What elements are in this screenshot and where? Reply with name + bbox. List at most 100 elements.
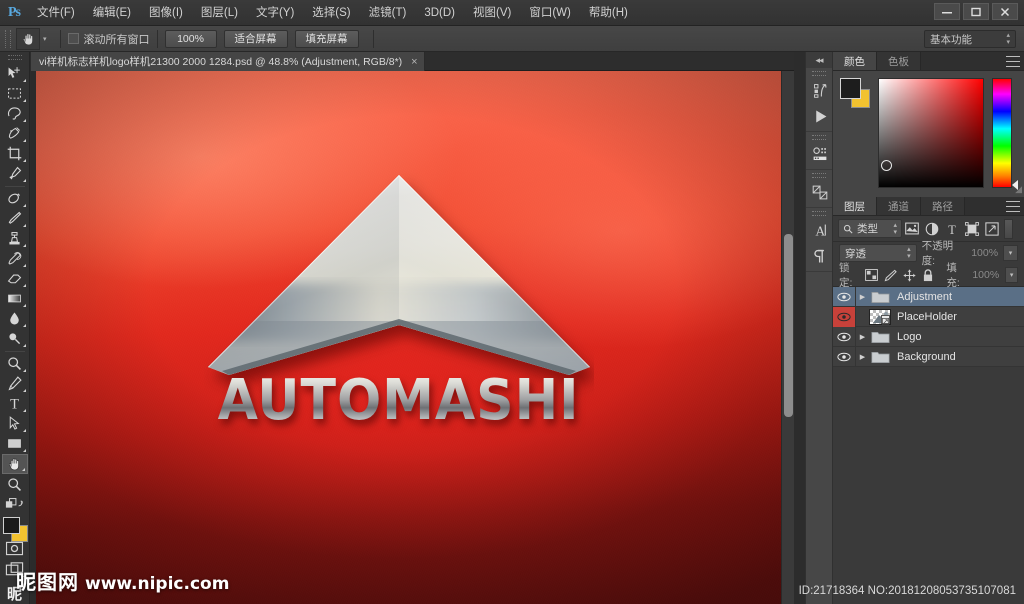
layer-visibility-toggle[interactable] <box>833 306 856 327</box>
color-marker[interactable] <box>881 160 892 171</box>
layer-name[interactable]: Adjustment <box>897 291 952 303</box>
checkbox-box[interactable] <box>67 33 79 44</box>
table-row[interactable]: ▶ Background <box>833 346 1024 367</box>
clone-stamp-tool[interactable] <box>2 229 28 249</box>
menu-file[interactable]: 文件(F) <box>28 0 84 26</box>
dock-grip[interactable] <box>812 71 826 76</box>
collapse-panels-icon[interactable]: ◂◂ <box>806 52 832 68</box>
panel-resize-handle[interactable]: ◢ <box>1015 184 1022 195</box>
lock-position-icon[interactable] <box>903 268 916 283</box>
color-panel-swatches[interactable] <box>840 78 870 108</box>
move-tool[interactable] <box>2 63 28 83</box>
brush-tool[interactable] <box>2 209 28 229</box>
hue-strip[interactable] <box>992 78 1018 190</box>
eyedropper-tool[interactable] <box>2 164 28 184</box>
workspace-selector[interactable]: 基本功能 ▴ ▾ <box>924 30 1016 48</box>
maximize-button[interactable] <box>963 3 989 20</box>
filter-enable-toggle[interactable] <box>1004 218 1013 239</box>
history-panel-icon[interactable] <box>806 77 834 103</box>
lock-all-icon[interactable] <box>922 268 934 283</box>
artboard[interactable]: AUTOMASHINE <box>36 71 787 604</box>
options-bar-grip[interactable] <box>5 29 11 48</box>
opacity-value[interactable]: 100% <box>971 247 998 259</box>
default-colors-icon[interactable] <box>2 494 28 514</box>
chevron-right-icon[interactable]: ▶ <box>856 293 869 301</box>
spot-healing-tool[interactable] <box>2 189 28 209</box>
layer-visibility-toggle[interactable] <box>833 286 856 307</box>
menu-filter[interactable]: 滤镜(T) <box>360 0 416 26</box>
filter-pixel-icon[interactable] <box>902 219 922 239</box>
layer-thumbnail-placeholder[interactable] <box>869 308 891 325</box>
screen-mode-icon[interactable] <box>2 559 28 579</box>
crop-tool[interactable] <box>2 144 28 164</box>
rectangular-select-tool[interactable] <box>2 84 28 104</box>
dock-grip[interactable] <box>812 211 826 216</box>
layer-name[interactable]: PlaceHolder <box>897 311 957 323</box>
toolbox-grip[interactable] <box>7 55 22 61</box>
lock-image-pixels-icon[interactable] <box>884 268 897 283</box>
table-row[interactable]: ▶ Logo <box>833 326 1024 347</box>
zoom-100-button[interactable]: 100% <box>164 29 217 48</box>
pen-tool[interactable] <box>2 374 28 394</box>
paragraph-panel-icon[interactable] <box>806 243 834 269</box>
menu-window[interactable]: 窗口(W) <box>520 0 580 26</box>
layer-name[interactable]: Logo <box>897 331 921 343</box>
fill-screen-button[interactable]: 填充屏幕 <box>294 29 359 48</box>
dodge-tool[interactable] <box>2 329 28 349</box>
lasso-tool[interactable] <box>2 104 28 124</box>
layer-filter-kind-select[interactable]: 类型 ▴ ▾ <box>838 219 902 238</box>
panel-menu-icon[interactable] <box>1006 201 1020 212</box>
menu-view[interactable]: 视图(V) <box>464 0 520 26</box>
document-tab[interactable]: vi样机标志样机logo样机21300 2000 1284.psd @ 48.8… <box>31 52 425 71</box>
filter-smart-object-icon[interactable] <box>982 219 1002 239</box>
dock-grip[interactable] <box>812 135 826 140</box>
filter-shape-icon[interactable] <box>962 219 982 239</box>
tab-swatches[interactable]: 色板 <box>877 52 921 70</box>
quick-selection-tool[interactable] <box>2 124 28 144</box>
hand-tool[interactable] <box>1 453 28 475</box>
type-tool[interactable]: T <box>2 394 28 414</box>
tool-preset-chevron-icon[interactable]: ▾ <box>43 35 47 43</box>
canvas-area[interactable]: AUTOMASHINE <box>31 71 794 604</box>
filter-adjustment-icon[interactable] <box>922 219 942 239</box>
eraser-tool[interactable] <box>2 269 28 289</box>
tab-layers[interactable]: 图层 <box>833 197 877 215</box>
canvas-vertical-scrollbar[interactable] <box>781 71 794 604</box>
scrollbar-thumb[interactable] <box>784 234 793 417</box>
lock-transparent-pixels-icon[interactable] <box>865 268 878 283</box>
scroll-all-windows-checkbox[interactable]: 滚动所有窗口 <box>67 31 150 47</box>
minimize-button[interactable] <box>934 3 960 20</box>
quick-mask-icon[interactable] <box>2 539 28 559</box>
menu-edit[interactable]: 编辑(E) <box>84 0 140 26</box>
menu-type[interactable]: 文字(Y) <box>247 0 303 26</box>
dock-grip[interactable] <box>812 173 826 178</box>
table-row[interactable]: ▶ Adjustment <box>833 286 1024 307</box>
actions-play-icon[interactable] <box>806 103 834 129</box>
zoom-tool-upper[interactable] <box>2 354 28 374</box>
zoom-tool[interactable] <box>2 474 28 494</box>
layer-visibility-toggle[interactable] <box>833 346 856 367</box>
rectangle-shape-tool[interactable] <box>2 434 28 454</box>
tab-paths[interactable]: 路径 <box>921 197 965 215</box>
saturation-brightness-field[interactable] <box>878 78 984 188</box>
layer-visibility-toggle[interactable] <box>833 326 856 347</box>
tab-color[interactable]: 颜色 <box>833 52 877 70</box>
table-row[interactable]: PlaceHolder <box>833 306 1024 327</box>
menu-select[interactable]: 选择(S) <box>303 0 359 26</box>
history-brush-tool[interactable] <box>2 249 28 269</box>
menu-image[interactable]: 图像(I) <box>140 0 192 26</box>
fill-value[interactable]: 100% <box>972 269 999 281</box>
path-selection-tool[interactable] <box>2 414 28 434</box>
fit-screen-button[interactable]: 适合屏幕 <box>223 29 288 48</box>
gradient-tool[interactable] <box>2 289 28 309</box>
fill-stepper[interactable]: ▾ <box>1005 267 1019 283</box>
hand-tool-icon[interactable] <box>16 27 40 50</box>
chevron-right-icon[interactable]: ▶ <box>856 333 869 341</box>
properties-panel-icon[interactable] <box>806 141 834 167</box>
menu-help[interactable]: 帮助(H) <box>580 0 637 26</box>
menu-layer[interactable]: 图层(L) <box>192 0 247 26</box>
filter-type-icon[interactable]: T <box>942 219 962 239</box>
character-panel-icon[interactable]: A <box>806 217 834 243</box>
foreground-background-color-swatches[interactable] <box>2 516 28 543</box>
foreground-color-swatch[interactable] <box>2 517 20 535</box>
